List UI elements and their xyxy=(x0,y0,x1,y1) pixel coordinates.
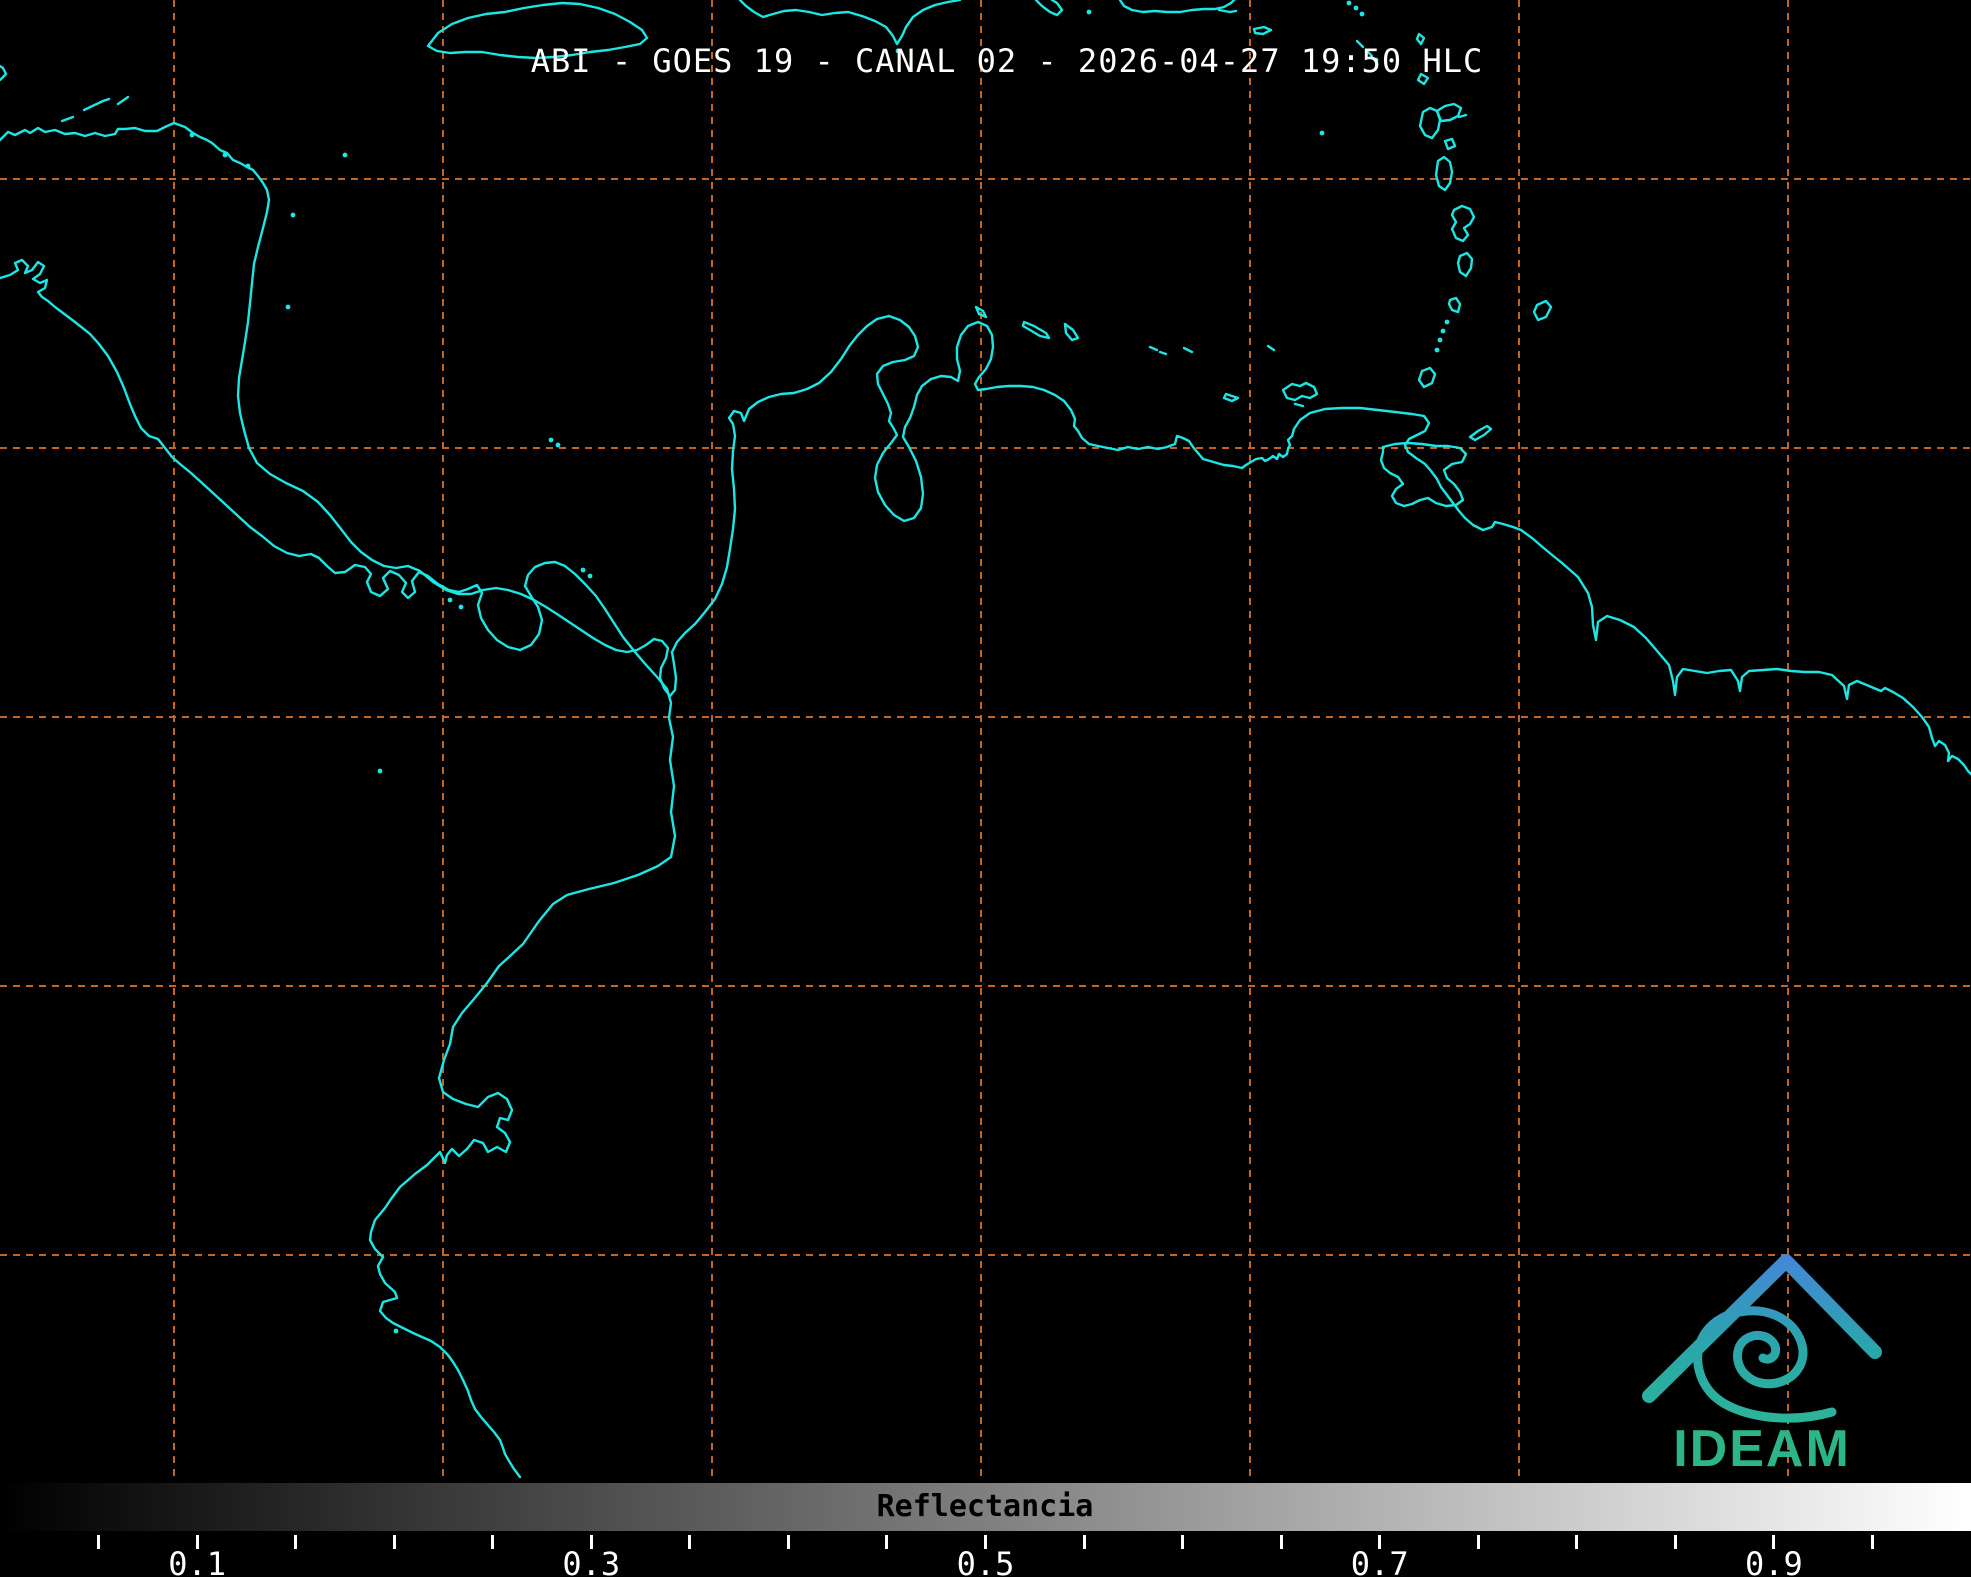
coastline-vieques xyxy=(1219,10,1236,12)
coastline-bay-islands xyxy=(62,97,128,121)
colorbar-tick xyxy=(885,1535,888,1549)
small-island xyxy=(448,598,453,603)
colorbar-tick xyxy=(1871,1535,1874,1549)
small-island xyxy=(1347,1,1352,6)
small-island xyxy=(588,574,593,579)
satellite-map: IDEAM xyxy=(0,0,1971,1577)
colorbar-label: Reflectancia xyxy=(877,1481,1094,1533)
colorbar-tick-label: 0.9 xyxy=(1745,1545,1803,1577)
colorbar-tick-label: 0.3 xyxy=(562,1545,620,1577)
small-island xyxy=(581,568,586,573)
colorbar-tick xyxy=(1083,1535,1086,1549)
small-island xyxy=(286,305,291,310)
coastline-martinique xyxy=(1452,206,1474,241)
colorbar-tick xyxy=(97,1535,100,1549)
coastline-marie-galante xyxy=(1445,139,1455,149)
small-island xyxy=(1320,131,1325,136)
colorbar-tick xyxy=(688,1535,691,1549)
island-dots xyxy=(190,1,1450,1334)
small-island xyxy=(291,213,296,218)
small-island xyxy=(1438,338,1443,343)
coastline-la-tortuga xyxy=(1224,394,1238,401)
coastline-guadeloupe-east xyxy=(1437,104,1461,121)
colorbar-tick-label: 0.7 xyxy=(1351,1545,1409,1577)
small-island xyxy=(549,438,554,443)
colorbar-tick xyxy=(1477,1535,1480,1549)
small-island xyxy=(1360,12,1365,17)
coastline-puerto-rico-south-coast xyxy=(1120,0,1234,12)
colorbar-tick xyxy=(1181,1535,1184,1549)
coastline-trinidad xyxy=(1381,443,1466,506)
coastline-coche xyxy=(1295,404,1303,406)
logo-text: IDEAM xyxy=(1673,1420,1851,1478)
colorbar-tick-label: 0.5 xyxy=(957,1545,1015,1577)
small-island xyxy=(1354,6,1359,11)
small-island xyxy=(1087,10,1092,15)
coastline-grenada xyxy=(1419,368,1435,387)
coastline-dominica xyxy=(1436,157,1452,190)
small-island xyxy=(343,153,348,158)
small-island xyxy=(1435,348,1440,353)
small-island xyxy=(1441,329,1446,334)
colorbar-tick xyxy=(294,1535,297,1549)
image-title: ABI - GOES 19 - CANAL 02 - 2026-04-27 19… xyxy=(531,42,1483,80)
small-island xyxy=(246,164,251,169)
coastline-st-vincent xyxy=(1449,298,1460,312)
small-island xyxy=(190,133,195,138)
mountain-icon xyxy=(1649,1261,1875,1396)
coastline-margarita xyxy=(1283,383,1317,400)
ideam-logo: IDEAM xyxy=(1649,1261,1875,1478)
small-island xyxy=(556,443,561,448)
colorbar-tick-label: 0.1 xyxy=(168,1545,226,1577)
small-island xyxy=(394,1329,399,1334)
coastline-pacific-mainland-coast xyxy=(0,260,675,1477)
colorbar-tick xyxy=(1575,1535,1578,1549)
colorbar-tick xyxy=(787,1535,790,1549)
small-island xyxy=(378,769,383,774)
coastline-hispaniola-south-coast xyxy=(740,0,960,44)
coastlines xyxy=(0,0,1971,1477)
coastline-belize-coast-tail xyxy=(0,66,6,80)
colorbar-tick xyxy=(393,1535,396,1549)
coastline-barbados xyxy=(1534,301,1551,320)
coastline-tobago xyxy=(1470,426,1491,440)
colorbar-tick xyxy=(1280,1535,1283,1549)
small-island xyxy=(459,605,464,610)
coastline-bonaire xyxy=(1065,324,1078,340)
coastline-caribbean-atlantic-mainland-coast xyxy=(0,123,1971,774)
coastline-las-aves-los-roques xyxy=(1150,346,1274,354)
coastline-curacao xyxy=(1023,322,1049,338)
coastline-st-lucia xyxy=(1458,253,1472,276)
small-island xyxy=(1445,320,1450,325)
colorbar-tick xyxy=(491,1535,494,1549)
small-island xyxy=(223,153,228,158)
graticule xyxy=(0,0,1971,1480)
satellite-image-viewer: ABI - GOES 19 - CANAL 02 - 2026-04-27 19… xyxy=(0,0,1971,1577)
coastline-dominican-east-tip xyxy=(1036,0,1062,15)
colorbar-tick xyxy=(1674,1535,1677,1549)
coastline-st-croix xyxy=(1254,27,1271,34)
coastline-la-desirade xyxy=(1459,115,1466,117)
